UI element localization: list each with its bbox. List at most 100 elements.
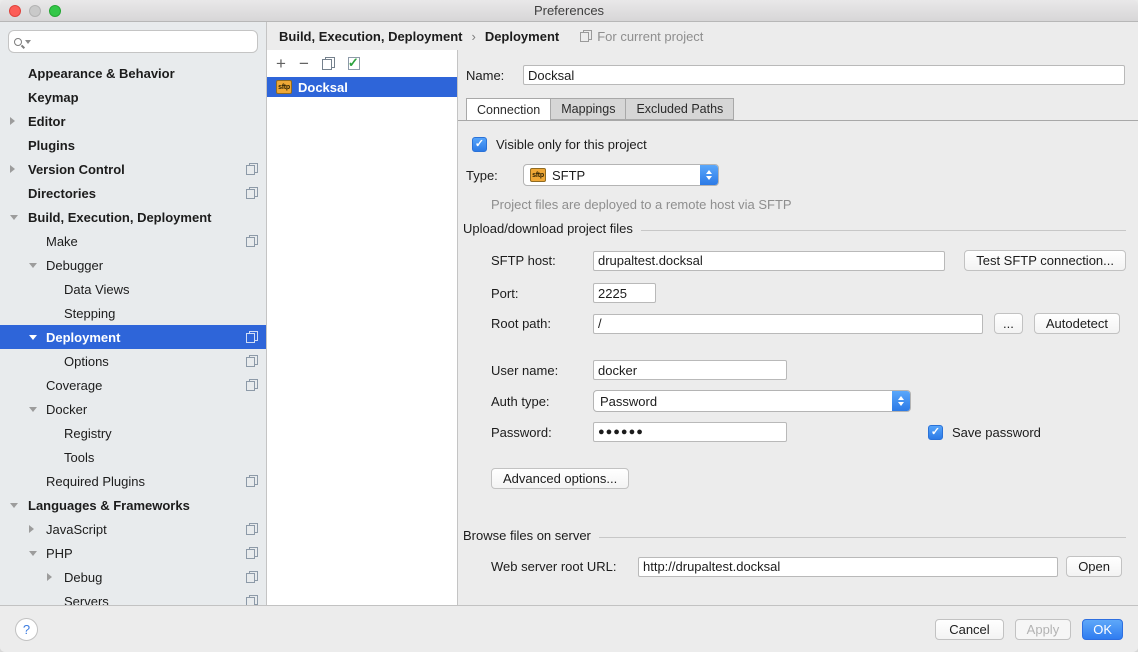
chevron-down-icon[interactable] — [29, 551, 37, 556]
chevron-right-icon[interactable] — [29, 525, 34, 533]
sidebar-item-label: Languages & Frameworks — [28, 498, 190, 513]
sidebar-item-make[interactable]: Make — [0, 229, 266, 253]
sidebar-item-directories[interactable]: Directories — [0, 181, 266, 205]
search-icon — [14, 38, 22, 46]
tab-mappings[interactable]: Mappings — [551, 98, 626, 120]
sidebar-item-version-control[interactable]: Version Control — [0, 157, 266, 181]
sidebar-item-label: Editor — [28, 114, 66, 129]
tab-excluded-paths[interactable]: Excluded Paths — [626, 98, 734, 120]
sidebar-item-options[interactable]: Options — [0, 349, 266, 373]
sidebar-item-tools[interactable]: Tools — [0, 445, 266, 469]
browse-section-header: Browse files on server — [463, 528, 1126, 543]
sidebar-item-label: Appearance & Behavior — [28, 66, 175, 81]
sidebar-item-registry[interactable]: Registry — [0, 421, 266, 445]
sidebar-item-label: Version Control — [28, 162, 125, 177]
sidebar-item-coverage[interactable]: Coverage — [0, 373, 266, 397]
sidebar-item-label: Directories — [28, 186, 96, 201]
chevron-right-icon[interactable] — [10, 165, 15, 173]
copy-server-button[interactable] — [322, 57, 335, 70]
test-sftp-connection-button[interactable]: Test SFTP connection... — [964, 250, 1126, 271]
sidebar-item-build-execution-deployment[interactable]: Build, Execution, Deployment — [0, 205, 266, 229]
sidebar-item-debugger[interactable]: Debugger — [0, 253, 266, 277]
minimize-window-button[interactable] — [29, 5, 41, 17]
for-current-project-icon — [246, 331, 258, 343]
chevron-down-icon[interactable] — [10, 215, 18, 220]
password-input[interactable] — [593, 422, 787, 442]
ok-button[interactable]: OK — [1082, 619, 1123, 640]
breadcrumb-item-deployment[interactable]: Deployment — [485, 29, 559, 44]
zoom-window-button[interactable] — [49, 5, 61, 17]
sidebar-item-editor[interactable]: Editor — [0, 109, 266, 133]
use-as-default-button[interactable]: ✓ — [348, 57, 360, 70]
root-path-label: Root path: — [491, 316, 593, 331]
chevron-right-icon[interactable] — [47, 573, 52, 581]
for-current-project-icon — [246, 379, 258, 391]
sidebar-item-php[interactable]: PHP — [0, 541, 266, 565]
name-label: Name: — [466, 68, 523, 83]
sidebar-item-plugins[interactable]: Plugins — [0, 133, 266, 157]
sidebar-item-label: Options — [64, 354, 109, 369]
sidebar-item-javascript[interactable]: JavaScript — [0, 517, 266, 541]
port-input[interactable] — [593, 283, 656, 303]
auth-type-value: Password — [600, 394, 657, 409]
upload-section-header: Upload/download project files — [463, 221, 1126, 236]
breadcrumb-item-build-execution-deployment[interactable]: Build, Execution, Deployment — [279, 29, 462, 44]
server-list-toolbar: +− ✓ — [267, 50, 457, 77]
settings-search-input[interactable] — [8, 30, 258, 53]
server-item-docksal[interactable]: sftpDocksal — [267, 77, 457, 97]
sidebar-item-label: Required Plugins — [46, 474, 145, 489]
window-title: Preferences — [534, 3, 604, 18]
for-current-project-icon — [246, 595, 258, 605]
chevron-down-icon[interactable] — [29, 335, 37, 340]
sidebar-item-label: Coverage — [46, 378, 102, 393]
browse-root-path-button[interactable]: ... — [994, 313, 1023, 334]
sidebar-item-label: Docker — [46, 402, 87, 417]
sidebar-item-data-views[interactable]: Data Views — [0, 277, 266, 301]
apply-button[interactable]: Apply — [1015, 619, 1072, 640]
sidebar-item-keymap[interactable]: Keymap — [0, 85, 266, 109]
browse-section-label: Browse files on server — [463, 528, 591, 543]
add-server-button[interactable]: + — [276, 55, 286, 72]
sidebar-item-label: Servers — [64, 594, 109, 606]
web-root-input[interactable] — [638, 557, 1058, 577]
sftp-host-input[interactable] — [593, 251, 945, 271]
sidebar-item-label: Tools — [64, 450, 94, 465]
sidebar-item-languages-frameworks[interactable]: Languages & Frameworks — [0, 493, 266, 517]
type-select[interactable]: sftp SFTP — [523, 164, 719, 186]
tab-connection[interactable]: Connection — [466, 98, 551, 121]
sidebar-item-docker[interactable]: Docker — [0, 397, 266, 421]
sidebar-item-servers[interactable]: Servers — [0, 589, 266, 605]
type-label: Type: — [466, 168, 523, 183]
advanced-options-button[interactable]: Advanced options... — [491, 468, 629, 489]
preferences-window: Preferences Appearance & Behavior Keymap E… — [0, 0, 1138, 652]
chevron-down-icon[interactable] — [10, 503, 18, 508]
remove-server-button[interactable]: − — [299, 55, 309, 72]
name-input[interactable] — [523, 65, 1125, 85]
section-divider — [599, 537, 1126, 538]
root-path-input[interactable] — [593, 314, 983, 334]
sidebar-item-stepping[interactable]: Stepping — [0, 301, 266, 325]
chevron-down-icon[interactable] — [29, 263, 37, 268]
cancel-button[interactable]: Cancel — [935, 619, 1003, 640]
traffic-lights — [9, 5, 61, 17]
deployment-form: Name: ConnectionMappingsExcluded Paths ✓… — [458, 50, 1138, 605]
autodetect-button[interactable]: Autodetect — [1034, 313, 1120, 334]
chevron-down-icon[interactable] — [29, 407, 37, 412]
sidebar-item-debug[interactable]: Debug — [0, 565, 266, 589]
sidebar-item-label: Stepping — [64, 306, 115, 321]
open-url-button[interactable]: Open — [1066, 556, 1122, 577]
sidebar-item-deployment[interactable]: Deployment — [0, 325, 266, 349]
chevron-right-icon[interactable] — [10, 117, 15, 125]
help-button[interactable]: ? — [15, 618, 38, 641]
sidebar-item-required-plugins[interactable]: Required Plugins — [0, 469, 266, 493]
search-options-caret-icon[interactable] — [25, 40, 31, 44]
type-description: Project files are deployed to a remote h… — [491, 197, 792, 212]
auth-type-select[interactable]: Password — [593, 390, 911, 412]
sidebar-item-appearance-behavior[interactable]: Appearance & Behavior — [0, 61, 266, 85]
user-name-input[interactable] — [593, 360, 787, 380]
visible-only-checkbox[interactable]: ✓ — [472, 137, 487, 152]
user-name-label: User name: — [491, 363, 593, 378]
for-current-project-icon — [246, 523, 258, 535]
close-window-button[interactable] — [9, 5, 21, 17]
save-password-checkbox[interactable]: ✓ — [928, 425, 943, 440]
